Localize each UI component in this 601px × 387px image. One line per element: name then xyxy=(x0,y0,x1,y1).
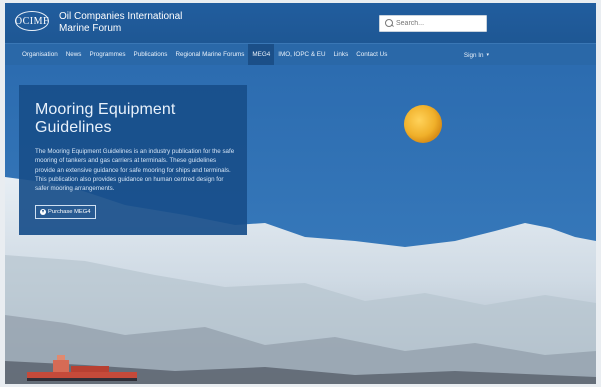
browser-viewport: OCIMF Oil Companies International Marine… xyxy=(5,3,596,384)
nav-item-meg4[interactable]: MEG4 xyxy=(248,43,275,66)
hero-description: The Mooring Equipment Guidelines is an i… xyxy=(35,148,235,193)
download-icon xyxy=(40,209,46,215)
logo-text: OCIMF xyxy=(15,11,49,31)
nav-item-news[interactable]: News xyxy=(62,44,86,66)
search-input[interactable] xyxy=(396,20,486,27)
hero-info-panel: Mooring Equipment Guidelines The Mooring… xyxy=(19,85,247,235)
nav-item-links[interactable]: Links xyxy=(330,44,353,66)
nav-item-programmes[interactable]: Programmes xyxy=(85,44,129,66)
purchase-meg4-button[interactable]: Purchase MEG4 xyxy=(35,205,96,219)
nav-item-publications[interactable]: Publications xyxy=(130,44,172,66)
site-logo[interactable]: OCIMF xyxy=(15,11,49,31)
sign-in-label: Sign In xyxy=(463,51,484,59)
site-header: OCIMF Oil Companies International Marine… xyxy=(5,3,596,43)
hero-title: Mooring Equipment Guidelines xyxy=(35,101,176,136)
org-name-line1: Oil Companies International xyxy=(59,11,183,22)
nav-item-regional-marine-forums[interactable]: Regional Marine Forums xyxy=(171,44,248,66)
organisation-name: Oil Companies International Marine Forum xyxy=(59,11,182,35)
main-nav: Organisation News Programmes Publication… xyxy=(5,43,596,66)
org-name-line2: Marine Forum xyxy=(59,23,122,34)
nav-item-imo-iopc-eu[interactable]: IMO, IOPC & EU xyxy=(274,44,329,66)
chevron-down-icon: ▾ xyxy=(486,52,489,58)
moon-image xyxy=(404,105,442,143)
purchase-button-label: Purchase MEG4 xyxy=(48,209,91,215)
nav-item-organisation[interactable]: Organisation xyxy=(18,44,62,66)
search-box xyxy=(379,15,487,32)
search-icon xyxy=(385,19,394,28)
sign-in-link[interactable]: Sign In ▾ xyxy=(464,44,489,66)
nav-item-contact-us[interactable]: Contact Us xyxy=(352,44,391,66)
hero-banner: Mooring Equipment Guidelines The Mooring… xyxy=(5,65,596,384)
